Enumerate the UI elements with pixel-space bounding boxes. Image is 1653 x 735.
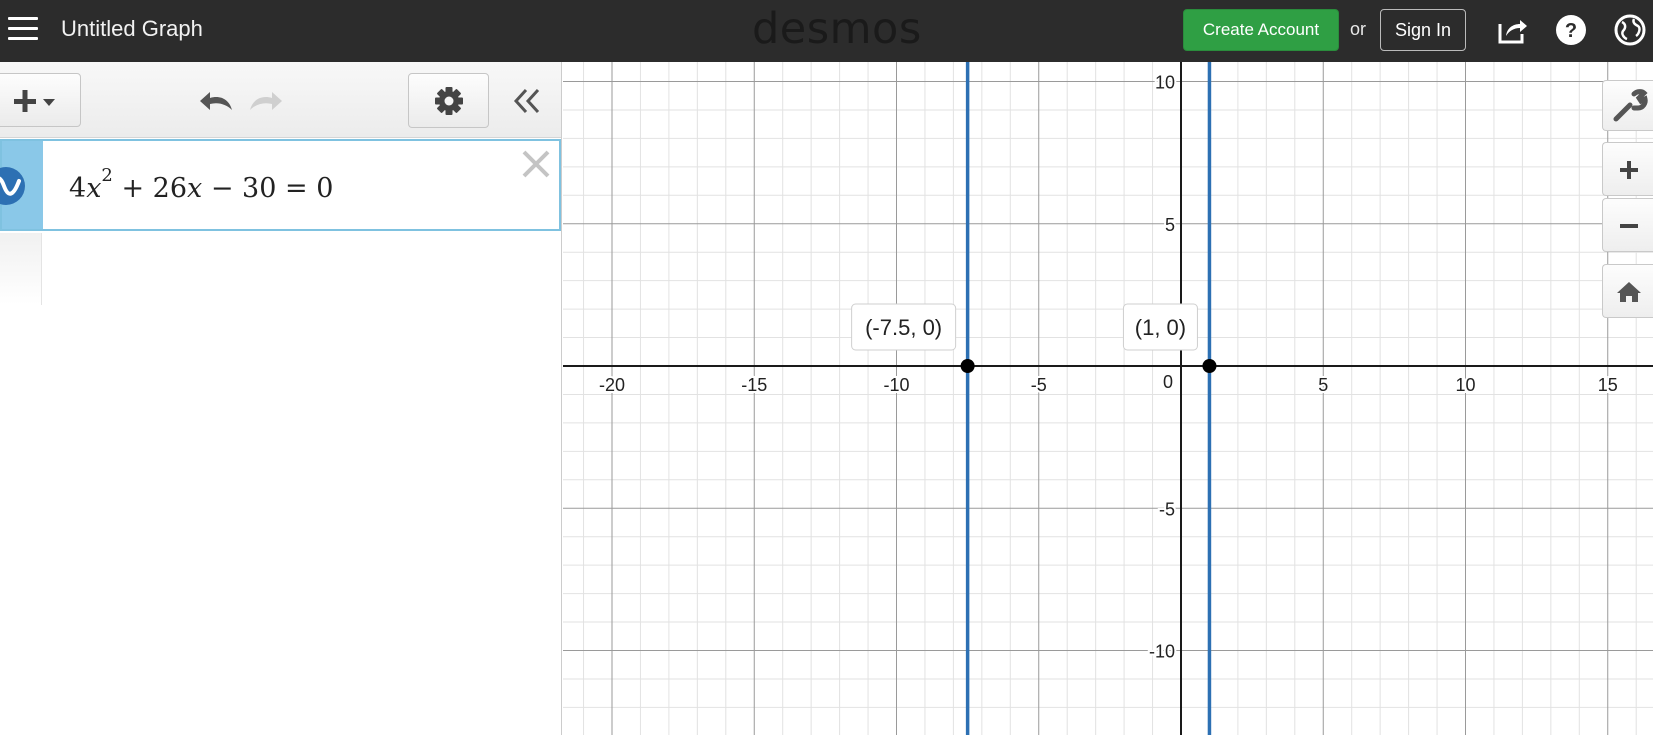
point-marker <box>1202 359 1217 373</box>
zoom-in-button[interactable] <box>1602 142 1653 196</box>
point-label: (-7.5, 0) <box>865 315 942 340</box>
top-bar: Untitled Graph desmos Create Account or … <box>0 0 1653 62</box>
x-tick-label: 15 <box>1598 375 1618 395</box>
expression-color-tab[interactable] <box>0 141 43 229</box>
globe-icon[interactable] <box>1612 12 1648 48</box>
wave-icon[interactable] <box>0 165 40 207</box>
zoom-out-button[interactable] <box>1602 198 1653 252</box>
close-icon[interactable] <box>519 147 553 181</box>
add-item-button[interactable] <box>0 73 81 127</box>
y-tick-label: 10 <box>1155 73 1175 93</box>
desmos-logo: desmos <box>752 4 922 54</box>
sign-in-button[interactable]: Sign In <box>1380 9 1466 51</box>
y-tick-label: -5 <box>1159 499 1175 519</box>
origin-label: 0 <box>1163 372 1173 392</box>
collapse-icon[interactable] <box>510 86 544 116</box>
or-text: or <box>1350 19 1367 39</box>
undo-icon[interactable] <box>198 86 236 116</box>
gear-icon <box>435 87 463 115</box>
graph-canvas[interactable]: -20 -15 -10 -5 0 5 10 15 10 5 -5 -10 (-7.5, 0) (1, 0… <box>563 62 1653 735</box>
x-tick-label: -5 <box>1031 375 1047 395</box>
graph-settings-button[interactable] <box>1602 80 1653 131</box>
create-account-button[interactable]: Create Account <box>1183 9 1339 51</box>
add-icon <box>14 90 55 112</box>
point-label: (1, 0) <box>1135 315 1186 340</box>
expression-math[interactable]: 4x2 + 26x − 30 = 0 <box>69 165 333 204</box>
x-tick-label: 10 <box>1455 375 1475 395</box>
home-icon <box>1617 282 1641 302</box>
expression-panel: 4x2 + 26x − 30 = 0 <box>0 62 562 735</box>
y-tick-label: 5 <box>1165 215 1175 235</box>
zoom-out-icon <box>1620 224 1638 228</box>
x-tick-label: 5 <box>1318 375 1328 395</box>
graph-title[interactable]: Untitled Graph <box>61 16 203 42</box>
x-tick-label: -20 <box>599 375 625 395</box>
share-icon[interactable] <box>1494 12 1530 48</box>
help-icon[interactable]: ? <box>1553 12 1589 48</box>
empty-expression-row[interactable] <box>0 233 42 305</box>
svg-text:?: ? <box>1565 20 1577 42</box>
y-tick-label: -10 <box>1149 642 1175 662</box>
zoom-in-icon <box>1620 161 1638 179</box>
x-tick-label: -10 <box>883 375 909 395</box>
home-button[interactable] <box>1602 264 1653 318</box>
settings-button[interactable] <box>408 73 489 128</box>
x-tick-label: -15 <box>741 375 767 395</box>
point-marker <box>960 359 975 373</box>
menu-icon[interactable] <box>8 14 38 44</box>
wrench-icon <box>1613 89 1648 122</box>
expression-row[interactable]: 4x2 + 26x − 30 = 0 <box>0 139 561 231</box>
redo-icon[interactable] <box>246 86 284 116</box>
expression-toolbar <box>0 62 561 138</box>
